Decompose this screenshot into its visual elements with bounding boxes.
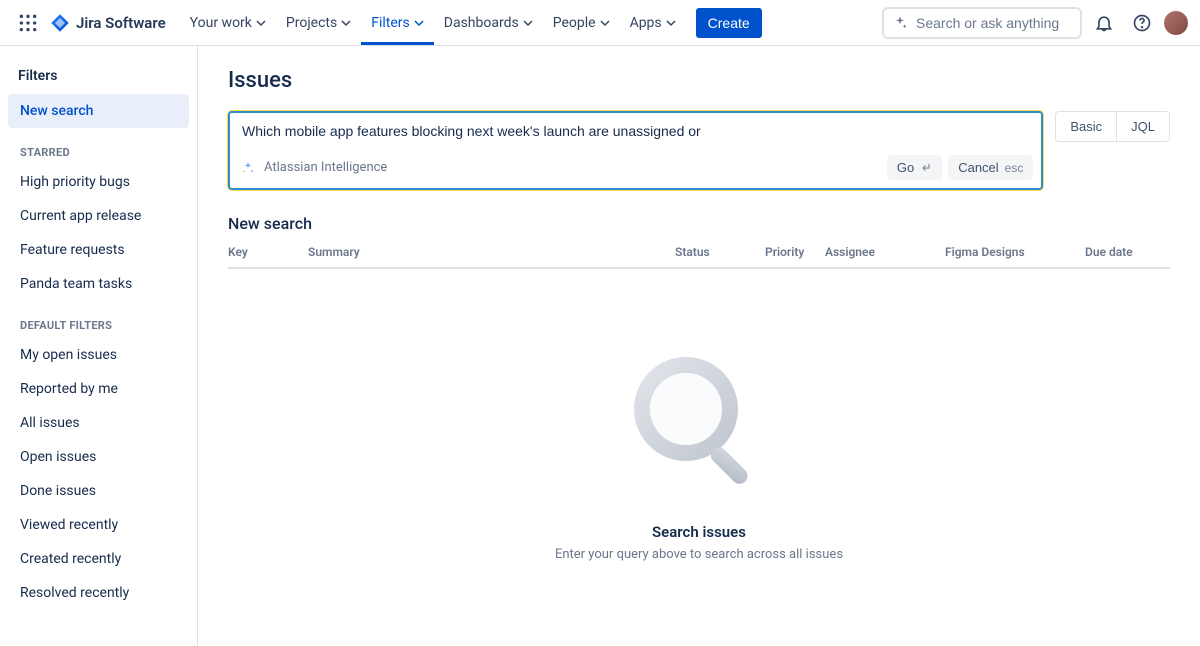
help-icon [1132, 13, 1152, 33]
nav-label: Filters [371, 15, 410, 31]
help-button[interactable] [1126, 7, 1158, 39]
chevron-down-icon [256, 18, 266, 28]
global-search[interactable] [882, 7, 1082, 39]
sidebar-heading-default: DEFAULT FILTERS [8, 301, 189, 338]
search-mode-toggle: Basic JQL [1055, 111, 1170, 142]
nav-label: Dashboards [444, 15, 519, 31]
smart-search-panel: Atlassian Intelligence Go Cancel esc [228, 111, 1043, 190]
sidebar: Filters New search STARRED High priority… [0, 46, 198, 646]
jira-icon [50, 13, 70, 33]
col-figma[interactable]: Figma Designs [945, 245, 1085, 259]
toggle-basic[interactable]: Basic [1056, 112, 1116, 141]
sidebar-item-starred[interactable]: Panda team tasks [8, 267, 189, 301]
go-button[interactable]: Go [887, 155, 942, 180]
top-nav: Jira Software Your work Projects Filters… [0, 0, 1200, 46]
chevron-down-icon [600, 18, 610, 28]
magnifier-icon [624, 349, 774, 499]
notifications-button[interactable] [1088, 7, 1120, 39]
nav-label: Projects [286, 15, 337, 31]
go-label: Go [897, 160, 914, 175]
nav-apps[interactable]: Apps [620, 0, 686, 45]
empty-title: Search issues [652, 523, 746, 541]
nav-label: Apps [630, 15, 662, 31]
col-due[interactable]: Due date [1085, 245, 1170, 259]
sidebar-heading-starred: STARRED [8, 128, 189, 165]
results-subheader: New search [228, 214, 1170, 233]
col-assignee[interactable]: Assignee [825, 245, 945, 259]
sidebar-title: Filters [8, 64, 189, 94]
sidebar-item-default[interactable]: Reported by me [8, 372, 189, 406]
toggle-jql[interactable]: JQL [1116, 112, 1169, 141]
chevron-down-icon [523, 18, 533, 28]
sidebar-item-default[interactable]: Viewed recently [8, 508, 189, 542]
chevron-down-icon [414, 18, 424, 28]
sidebar-item-default[interactable]: Created recently [8, 542, 189, 576]
main-content: Issues Atlassian Intelligence [198, 46, 1200, 646]
results-table-header: Key Summary Status Priority Assignee Fig… [228, 245, 1170, 269]
ai-label: Atlassian Intelligence [264, 160, 387, 175]
sidebar-item-default[interactable]: My open issues [8, 338, 189, 372]
nav-label: Your work [190, 15, 252, 31]
nav-filters[interactable]: Filters [361, 0, 434, 45]
nav-projects[interactable]: Projects [276, 0, 361, 45]
page-title: Issues [228, 68, 1170, 93]
sidebar-item-default[interactable]: Open issues [8, 440, 189, 474]
chevron-down-icon [341, 18, 351, 28]
sidebar-item-starred[interactable]: Feature requests [8, 233, 189, 267]
col-status[interactable]: Status [675, 245, 765, 259]
nav-label: People [553, 15, 596, 31]
sparkle-icon [892, 15, 908, 31]
sidebar-item-starred[interactable]: Current app release [8, 199, 189, 233]
nav-dashboards[interactable]: Dashboards [434, 0, 543, 45]
col-priority[interactable]: Priority [765, 245, 825, 259]
create-button[interactable]: Create [696, 8, 762, 38]
sidebar-item-default[interactable]: Done issues [8, 474, 189, 508]
cancel-kbd: esc [1005, 161, 1024, 175]
nav-your-work[interactable]: Your work [180, 0, 276, 45]
smart-search-input[interactable] [230, 113, 1041, 149]
product-logo[interactable]: Jira Software [50, 13, 166, 33]
sidebar-item-default[interactable]: All issues [8, 406, 189, 440]
sidebar-item-default[interactable]: Resolved recently [8, 576, 189, 610]
enter-key-icon [920, 162, 932, 174]
top-nav-items: Your work Projects Filters Dashboards Pe… [180, 0, 762, 45]
cancel-label: Cancel [958, 160, 998, 175]
empty-subtitle: Enter your query above to search across … [555, 547, 843, 562]
col-summary[interactable]: Summary [308, 245, 675, 259]
sidebar-item-new-search[interactable]: New search [8, 94, 189, 128]
global-search-input[interactable] [916, 15, 1072, 31]
cancel-button[interactable]: Cancel esc [948, 155, 1033, 180]
empty-state: Search issues Enter your query above to … [228, 269, 1170, 562]
app-switcher-icon[interactable] [12, 7, 44, 39]
col-key[interactable]: Key [228, 245, 308, 259]
product-name: Jira Software [76, 14, 166, 32]
chevron-down-icon [666, 18, 676, 28]
atlassian-intelligence-icon [240, 160, 256, 176]
nav-people[interactable]: People [543, 0, 620, 45]
ai-badge: Atlassian Intelligence [240, 160, 387, 176]
sidebar-item-starred[interactable]: High priority bugs [8, 165, 189, 199]
avatar[interactable] [1164, 11, 1188, 35]
bell-icon [1094, 13, 1114, 33]
